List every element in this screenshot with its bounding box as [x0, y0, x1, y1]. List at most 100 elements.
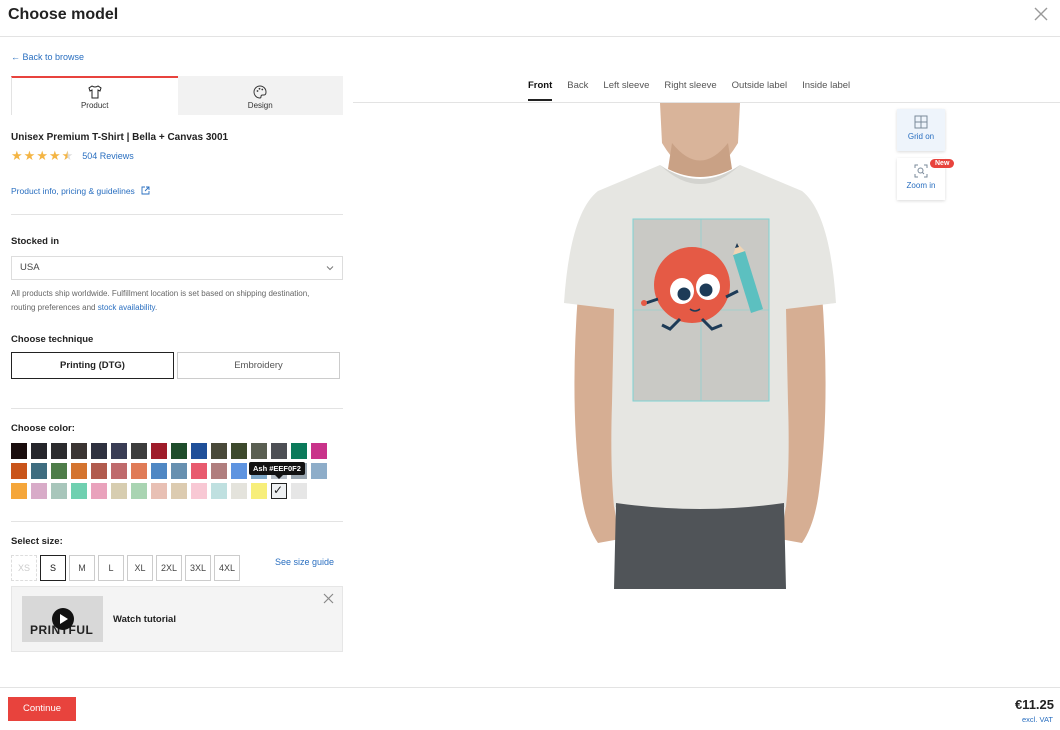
color-swatch[interactable] [31, 483, 47, 499]
shipping-note: All products ship worldwide. Fulfillment… [11, 287, 331, 315]
size-option[interactable]: M [69, 555, 95, 581]
chevron-down-icon [326, 266, 334, 271]
half-star-icon: ★ [61, 148, 74, 163]
color-swatch[interactable] [111, 483, 127, 499]
size-guide-link[interactable]: See size guide [275, 557, 334, 567]
star-icon: ★ [48, 148, 61, 163]
stocked-in-select[interactable]: USA [11, 256, 343, 280]
color-swatch[interactable] [131, 463, 147, 479]
color-swatch[interactable] [71, 463, 87, 479]
color-swatch[interactable]: ✓ [271, 483, 287, 499]
product-info-label: Product info, pricing & guidelines [11, 186, 135, 196]
star-icon: ★ [36, 148, 48, 163]
color-swatch[interactable] [291, 443, 307, 459]
color-swatch[interactable] [311, 443, 327, 459]
product-preview [540, 103, 860, 589]
color-swatch[interactable] [191, 443, 207, 459]
new-badge: New [930, 159, 955, 168]
color-swatch[interactable] [131, 483, 147, 499]
color-swatch[interactable] [211, 483, 227, 499]
color-swatch[interactable] [151, 443, 167, 459]
color-swatch[interactable] [231, 483, 247, 499]
color-swatch[interactable] [171, 463, 187, 479]
size-option[interactable]: XS [11, 555, 37, 581]
color-swatch[interactable] [31, 463, 47, 479]
color-tooltip: Ash #EEF0F2 [249, 462, 305, 479]
color-swatch[interactable] [211, 443, 227, 459]
color-swatch[interactable] [191, 463, 207, 479]
size-label: Select size: [11, 536, 63, 547]
color-swatch[interactable] [91, 483, 107, 499]
reviews-link[interactable]: 504 Reviews [82, 151, 134, 161]
back-to-browse-link[interactable]: ← Back to browse [11, 52, 84, 62]
color-swatch[interactable] [271, 443, 287, 459]
size-option[interactable]: 4XL [214, 555, 240, 581]
color-swatch[interactable] [51, 483, 67, 499]
view-tab[interactable]: Left sleeve [603, 80, 649, 101]
footer [0, 687, 1060, 730]
tutorial-label: Watch tutorial [113, 614, 176, 625]
color-swatch[interactable] [191, 483, 207, 499]
color-swatch[interactable] [231, 463, 247, 479]
stock-availability-link[interactable]: stock availability [98, 303, 155, 312]
tab-product-label: Product [80, 101, 109, 110]
color-swatch[interactable] [11, 463, 27, 479]
color-swatch[interactable] [31, 443, 47, 459]
color-swatch[interactable] [51, 463, 67, 479]
color-swatch[interactable] [171, 443, 187, 459]
color-swatch[interactable] [311, 463, 327, 479]
grid-toggle-label: Grid on [907, 132, 935, 141]
color-swatch[interactable] [151, 483, 167, 499]
grid-toggle-button[interactable]: Grid on [897, 109, 945, 151]
view-tab[interactable]: Inside label [802, 80, 850, 101]
product-title: Unisex Premium T-Shirt | Bella + Canvas … [11, 132, 229, 143]
view-tab[interactable]: Right sleeve [664, 80, 716, 101]
color-swatch[interactable] [211, 463, 227, 479]
color-swatch[interactable] [11, 443, 27, 459]
tutorial-video-thumbnail[interactable]: PRINTFUL [22, 596, 103, 642]
color-swatch[interactable] [111, 443, 127, 459]
shipping-note-text: All products ship worldwide. Fulfillment… [11, 289, 310, 312]
color-swatch[interactable] [171, 483, 187, 499]
color-swatch[interactable] [131, 443, 147, 459]
size-option[interactable]: 2XL [156, 555, 182, 581]
stocked-in-value: USA [20, 262, 40, 273]
product-info-link[interactable]: Product info, pricing & guidelines [11, 186, 150, 196]
view-tab[interactable]: Back [567, 80, 588, 101]
check-icon: ✓ [273, 483, 284, 497]
size-option[interactable]: 3XL [185, 555, 211, 581]
size-option[interactable]: L [98, 555, 124, 581]
close-icon[interactable] [323, 593, 334, 604]
zoom-in-label: Zoom in [906, 181, 936, 190]
color-swatch[interactable] [151, 463, 167, 479]
color-swatch[interactable] [291, 483, 307, 499]
zoom-icon [914, 164, 928, 178]
technique-printing-button[interactable]: Printing (DTG) [11, 352, 174, 379]
color-swatch[interactable] [11, 483, 27, 499]
tab-design[interactable]: Design [177, 76, 343, 115]
vat-note: excl. VAT [1022, 715, 1053, 724]
color-swatch[interactable] [71, 443, 87, 459]
color-swatch[interactable] [91, 463, 107, 479]
color-swatch[interactable] [111, 463, 127, 479]
stocked-in-label: Stocked in [11, 236, 60, 247]
color-swatch[interactable] [251, 483, 267, 499]
close-icon[interactable] [1032, 5, 1050, 23]
tab-product[interactable]: Product [11, 76, 178, 115]
external-link-icon [141, 186, 150, 195]
technique-embroidery-button[interactable]: Embroidery [177, 352, 340, 379]
color-swatch[interactable] [231, 443, 247, 459]
dialog-title: Choose model [8, 6, 119, 23]
view-tab[interactable]: Outside label [732, 80, 787, 101]
continue-button[interactable]: Continue [8, 697, 76, 721]
color-swatch[interactable] [71, 483, 87, 499]
size-option[interactable]: XL [127, 555, 153, 581]
size-option[interactable]: S [40, 555, 66, 581]
palette-icon [253, 85, 267, 99]
color-swatch[interactable] [251, 443, 267, 459]
play-icon[interactable] [52, 608, 74, 630]
shipping-note-end: . [154, 303, 158, 312]
color-swatch[interactable] [91, 443, 107, 459]
color-swatch[interactable] [51, 443, 67, 459]
view-tab[interactable]: Front [528, 80, 553, 101]
